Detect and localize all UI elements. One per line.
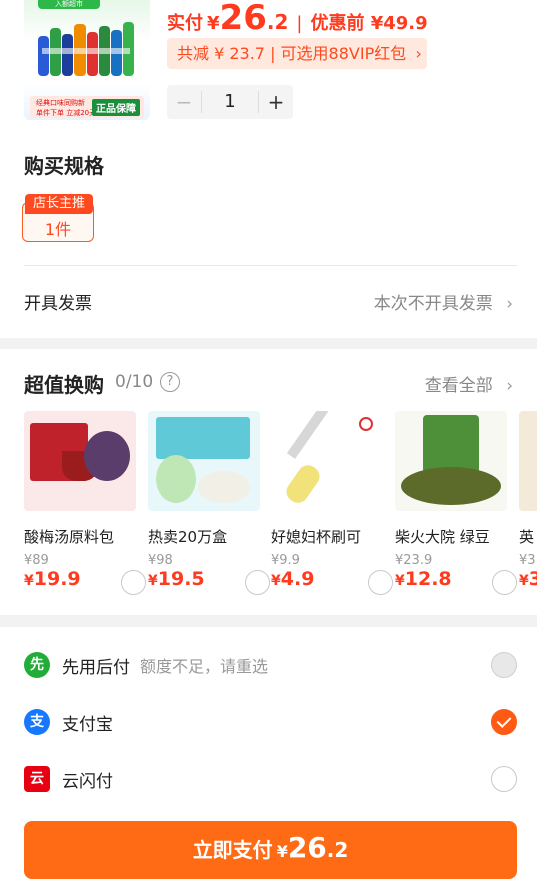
- pay-now-currency: ¥: [276, 842, 288, 861]
- product-image-promo-strip: 经典口味同购新 单件下单 立减20元 正品保障: [30, 96, 144, 118]
- quantity-stepper: − 1 +: [167, 85, 293, 119]
- exchange-item-name: 英: [519, 528, 535, 546]
- payment-option-unionpay[interactable]: 云 云闪付: [24, 759, 517, 799]
- exchange-item-select-radio[interactable]: [368, 570, 393, 595]
- exchange-item-price: ¥19.9: [24, 568, 81, 590]
- price-decimal: .2: [266, 10, 289, 34]
- exchange-item[interactable]: 柴火大院 绿豆 ¥23.9 ¥12.8: [395, 411, 517, 611]
- invoice-label: 开具发票: [24, 294, 92, 314]
- discount-text: 共减 ¥ 23.7 | 可选用88VIP红包: [177, 44, 407, 63]
- spec-recommend-tag: 店长主推: [25, 194, 93, 214]
- authentic-badge: 正品保障: [92, 99, 140, 116]
- exchange-item-orig-price: ¥9.9: [271, 553, 300, 568]
- exchange-item[interactable]: 英 ¥3 ¥3: [519, 411, 537, 611]
- pay-now-decimal: .2: [326, 838, 349, 862]
- pay-now-button[interactable]: 立即支付 ¥26.2: [24, 821, 517, 879]
- exchange-title: 超值换购: [24, 373, 104, 397]
- order-summary-card: 入额超市 经典口味同购新 单件下单 立减20元 正品保障 实付 ¥ 26 .2 …: [0, 0, 537, 338]
- invoice-selector[interactable]: 本次不开具发票 ›: [374, 289, 513, 314]
- exchange-item-price: ¥12.8: [395, 568, 452, 590]
- price-integer: 26: [219, 0, 267, 38]
- exchange-item[interactable]: 好媳妇杯刷可 ¥9.9 ¥4.9: [271, 411, 393, 611]
- payment-option-label: 先用后付: [62, 657, 130, 678]
- spec-title: 购买规格: [24, 154, 104, 178]
- exchange-item-select-radio[interactable]: [121, 570, 146, 595]
- exchange-item-price: ¥19.5: [148, 568, 205, 590]
- exchange-card: 超值换购 0/10 ? 查看全部 › 酸梅汤原料包 ¥89 ¥19.9 热卖20…: [0, 349, 537, 615]
- product-image: 入额超市 经典口味同购新 单件下单 立减20元 正品保障: [24, 0, 150, 120]
- exchange-item-name: 热卖20万盒: [148, 528, 228, 546]
- pay-now-integer: 26: [287, 831, 327, 864]
- exchange-item-name: 酸梅汤原料包: [24, 528, 115, 546]
- exchange-item-name: 好媳妇杯刷可: [271, 528, 362, 546]
- exchange-item-orig-price: ¥23.9: [395, 553, 433, 568]
- unionpay-icon: 云: [24, 766, 50, 792]
- increase-button[interactable]: +: [259, 85, 293, 119]
- exchange-item-orig-price: ¥89: [24, 553, 49, 568]
- exchange-item-select-radio[interactable]: [492, 570, 517, 595]
- exchange-item-price: ¥4.9: [271, 568, 315, 590]
- spec-option-chip[interactable]: 店长主推 1件: [22, 194, 94, 242]
- payment-option-label: 支付宝: [62, 714, 113, 735]
- exchange-item-name: 柴火大院 绿豆: [395, 528, 490, 546]
- exchange-item[interactable]: 热卖20万盒 ¥98 ¥19.5: [148, 411, 270, 611]
- chevron-right-icon: ›: [506, 376, 513, 396]
- payment-option-note: 额度不足，请重选: [140, 657, 269, 676]
- payment-option-label: 云闪付: [62, 771, 113, 792]
- price-separator: |: [296, 13, 303, 34]
- divider: [24, 265, 517, 266]
- exchange-item-image: [271, 411, 383, 511]
- exchange-count: 0/10: [115, 372, 154, 392]
- chevron-right-icon: ›: [415, 44, 422, 63]
- chevron-right-icon: ›: [506, 294, 513, 314]
- exchange-item-image: [519, 411, 537, 511]
- view-all-link[interactable]: 查看全部 ›: [425, 371, 513, 396]
- exchange-item-image: [148, 411, 260, 511]
- payment-radio-pay-later[interactable]: [491, 652, 517, 678]
- decrease-button[interactable]: −: [167, 85, 201, 119]
- original-price: 优惠前 ¥49.9: [310, 13, 428, 34]
- exchange-item-select-radio[interactable]: [245, 570, 270, 595]
- exchange-item-price: ¥3: [519, 568, 537, 590]
- exchange-item-image: [395, 411, 507, 511]
- pay-later-icon: 先: [24, 652, 50, 678]
- bottles-illustration: [38, 22, 134, 76]
- exchange-item-orig-price: ¥98: [148, 553, 173, 568]
- price-label: 实付: [167, 13, 203, 34]
- invoice-value: 本次不开具发票: [373, 294, 493, 314]
- payment-radio-unionpay[interactable]: [491, 766, 517, 792]
- price-currency: ¥: [207, 13, 220, 34]
- exchange-item[interactable]: 酸梅汤原料包 ¥89 ¥19.9: [24, 411, 146, 611]
- exchange-item-image: [24, 411, 136, 511]
- promo-strip-line2: 单件下单 立减20元: [36, 109, 97, 117]
- spec-option-label: 1件: [44, 220, 72, 239]
- promo-strip-line1: 经典口味同购新: [36, 99, 85, 107]
- payment-option-pay-later[interactable]: 先 先用后付 额度不足，请重选: [24, 645, 517, 685]
- alipay-icon: 支: [24, 709, 50, 735]
- payment-option-alipay[interactable]: 支 支付宝: [24, 702, 517, 742]
- pay-now-label: 立即支付: [192, 838, 273, 862]
- exchange-items-list: 酸梅汤原料包 ¥89 ¥19.9 热卖20万盒 ¥98 ¥19.5 好媳妇杯刷可…: [24, 411, 537, 611]
- exchange-item-orig-price: ¥3: [519, 553, 536, 568]
- price-row: 实付 ¥ 26 .2 | 优惠前 ¥49.9: [167, 0, 428, 38]
- discount-tag[interactable]: 共减 ¥ 23.7 | 可选用88VIP红包 ›: [167, 38, 427, 69]
- quantity-value[interactable]: 1: [201, 91, 259, 113]
- help-icon[interactable]: ?: [160, 372, 180, 392]
- payment-radio-alipay[interactable]: [491, 709, 517, 735]
- product-image-ribbon: 入额超市: [38, 0, 100, 9]
- view-all-label: 查看全部: [424, 376, 493, 396]
